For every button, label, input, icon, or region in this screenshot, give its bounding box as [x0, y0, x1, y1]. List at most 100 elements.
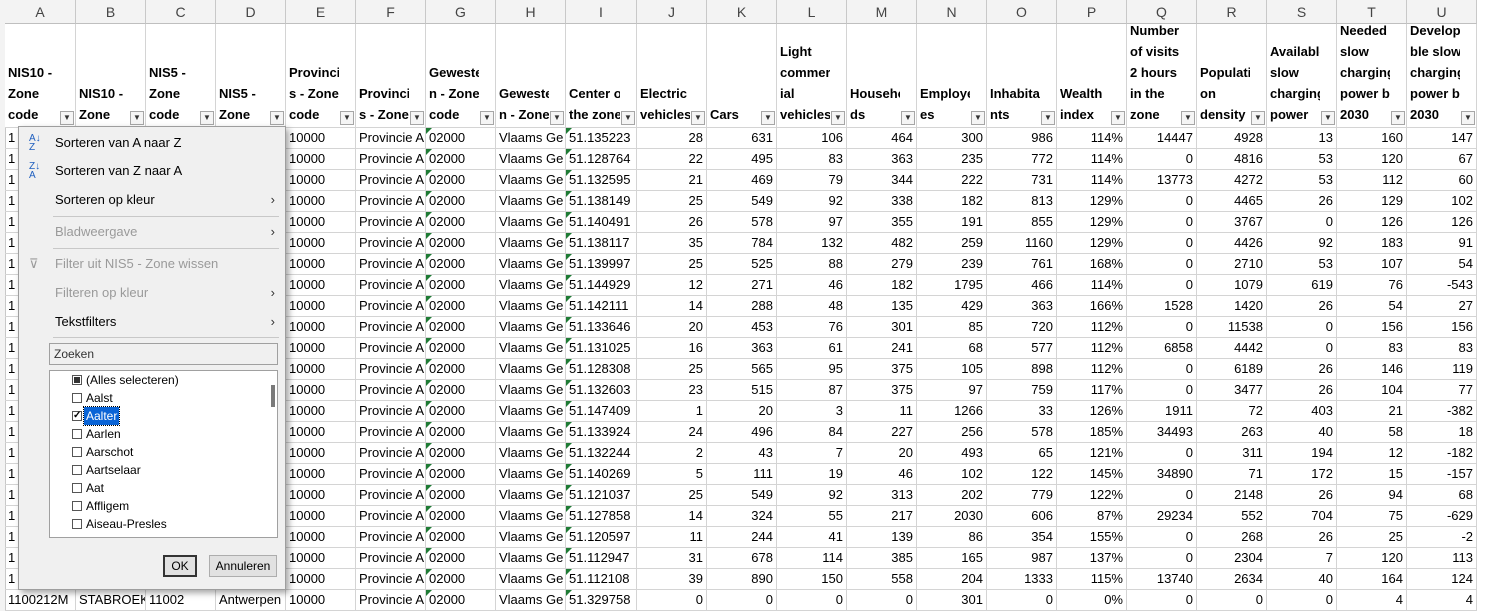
table-cell[interactable]: 13 — [1267, 128, 1337, 149]
table-cell[interactable]: 0 — [1267, 317, 1337, 338]
table-cell[interactable]: 363 — [847, 149, 917, 170]
table-cell[interactable]: 515 — [707, 380, 777, 401]
table-cell[interactable]: 26 — [1267, 191, 1337, 212]
table-cell[interactable]: 6858 — [1127, 338, 1197, 359]
header-cell-F[interactable]: Provincie s - Zone▼ — [356, 24, 426, 128]
table-cell[interactable]: Provincie A — [356, 422, 426, 443]
table-cell[interactable]: 26 — [1267, 359, 1337, 380]
table-cell[interactable]: 606 — [987, 506, 1057, 527]
table-cell[interactable]: 4 — [1407, 590, 1477, 611]
table-cell[interactable]: 65 — [987, 443, 1057, 464]
table-cell[interactable]: Vlaams Ge — [496, 380, 566, 401]
table-cell[interactable]: 25 — [637, 359, 707, 380]
table-cell[interactable]: 40 — [1267, 422, 1337, 443]
table-cell[interactable]: 14447 — [1127, 128, 1197, 149]
table-cell[interactable]: Provincie A — [356, 506, 426, 527]
table-cell[interactable]: 72 — [1197, 401, 1267, 422]
table-cell[interactable]: 02000 — [426, 548, 496, 569]
table-cell[interactable]: 338 — [847, 191, 917, 212]
table-cell[interactable]: 129% — [1057, 233, 1127, 254]
table-cell[interactable]: 0 — [1127, 359, 1197, 380]
table-cell[interactable]: 525 — [707, 254, 777, 275]
header-cell-A[interactable]: NIS10 - Zone code ▼ — [5, 24, 76, 128]
table-cell[interactable]: 94 — [1337, 485, 1407, 506]
table-cell[interactable]: 10000 — [286, 296, 356, 317]
table-cell[interactable]: 02000 — [426, 275, 496, 296]
table-cell[interactable]: Vlaams Ge — [496, 443, 566, 464]
table-cell[interactable]: 0 — [1127, 149, 1197, 170]
table-cell[interactable]: Vlaams Ge — [496, 422, 566, 443]
table-cell[interactable]: 165 — [917, 548, 987, 569]
table-cell[interactable]: 02000 — [426, 128, 496, 149]
table-cell[interactable]: 51.147409 — [566, 401, 637, 422]
table-cell[interactable]: 132 — [777, 233, 847, 254]
column-letter-L[interactable]: L — [777, 0, 847, 24]
table-cell[interactable]: 0 — [1127, 254, 1197, 275]
filter-dropdown-button[interactable]: ▼ — [340, 111, 354, 125]
table-cell[interactable]: 10000 — [286, 212, 356, 233]
table-cell[interactable]: 105 — [917, 359, 987, 380]
table-cell[interactable]: 385 — [847, 548, 917, 569]
table-cell[interactable]: 91 — [1407, 233, 1477, 254]
filter-list-item[interactable]: Aat — [50, 479, 260, 497]
table-cell[interactable]: 4272 — [1197, 170, 1267, 191]
table-cell[interactable]: 10000 — [286, 506, 356, 527]
table-cell[interactable]: 0 — [1267, 590, 1337, 611]
table-cell[interactable]: 0 — [1267, 338, 1337, 359]
table-cell[interactable]: 24 — [637, 422, 707, 443]
table-cell[interactable]: 25 — [1337, 527, 1407, 548]
table-cell[interactable]: 67 — [1407, 149, 1477, 170]
column-letter-N[interactable]: N — [917, 0, 987, 24]
table-cell[interactable]: 256 — [917, 422, 987, 443]
checkbox[interactable] — [72, 519, 82, 529]
filter-dropdown-button[interactable]: ▼ — [1321, 111, 1335, 125]
table-cell[interactable]: 97 — [917, 380, 987, 401]
table-cell[interactable]: 26 — [637, 212, 707, 233]
table-cell[interactable]: 10000 — [286, 422, 356, 443]
table-cell[interactable]: 4442 — [1197, 338, 1267, 359]
table-cell[interactable]: Provincie A — [356, 485, 426, 506]
filter-list-item[interactable]: Aarschot — [50, 443, 260, 461]
table-cell[interactable]: 02000 — [426, 485, 496, 506]
table-cell[interactable]: 11538 — [1197, 317, 1267, 338]
column-letter-D[interactable]: D — [216, 0, 286, 24]
table-cell[interactable]: 10000 — [286, 485, 356, 506]
table-cell[interactable]: 20 — [847, 443, 917, 464]
table-cell[interactable]: 51.128764 — [566, 149, 637, 170]
filter-dropdown-button[interactable]: ▼ — [480, 111, 494, 125]
table-cell[interactable]: 0% — [1057, 590, 1127, 611]
filter-list-item[interactable]: Aartselaar — [50, 461, 260, 479]
table-cell[interactable]: 227 — [847, 422, 917, 443]
table-cell[interactable]: 301 — [847, 317, 917, 338]
table-cell[interactable]: 02000 — [426, 296, 496, 317]
checkbox[interactable] — [72, 375, 82, 385]
table-cell[interactable]: 75 — [1337, 506, 1407, 527]
table-cell[interactable]: 71 — [1197, 464, 1267, 485]
table-cell[interactable]: 16 — [637, 338, 707, 359]
table-cell[interactable]: 02000 — [426, 401, 496, 422]
header-cell-H[interactable]: Geweste n - Zone ▼ — [496, 24, 566, 128]
table-cell[interactable]: Provincie A — [356, 464, 426, 485]
table-cell[interactable]: 97 — [777, 212, 847, 233]
table-cell[interactable]: 166% — [1057, 296, 1127, 317]
table-cell[interactable]: 02000 — [426, 233, 496, 254]
table-cell[interactable]: 54 — [1407, 254, 1477, 275]
table-cell[interactable]: 51.127858 — [566, 506, 637, 527]
table-cell[interactable]: 10000 — [286, 338, 356, 359]
filter-dropdown-button[interactable]: ▼ — [1391, 111, 1405, 125]
table-cell[interactable]: 95 — [777, 359, 847, 380]
table-cell[interactable]: 313 — [847, 485, 917, 506]
table-cell[interactable]: 20 — [637, 317, 707, 338]
table-cell[interactable]: 2634 — [1197, 569, 1267, 590]
column-letter-H[interactable]: H — [496, 0, 566, 24]
table-cell[interactable]: 26 — [1267, 296, 1337, 317]
table-cell[interactable]: 10000 — [286, 254, 356, 275]
table-cell[interactable]: 259 — [917, 233, 987, 254]
table-cell[interactable]: 279 — [847, 254, 917, 275]
table-cell[interactable]: 552 — [1197, 506, 1267, 527]
table-cell[interactable]: 5 — [637, 464, 707, 485]
header-cell-N[interactable]: Employe es ▼ — [917, 24, 987, 128]
table-cell[interactable]: Vlaams Ge — [496, 464, 566, 485]
table-cell[interactable]: 147 — [1407, 128, 1477, 149]
column-letter-K[interactable]: K — [707, 0, 777, 24]
